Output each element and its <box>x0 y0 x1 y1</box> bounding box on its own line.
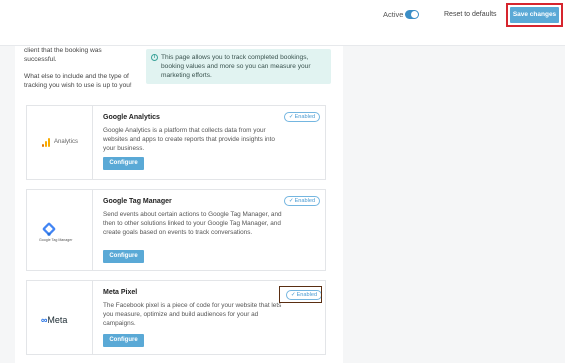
integration-name: Google Analytics <box>103 114 160 121</box>
logo-text: Meta <box>47 315 68 325</box>
info-text: This page allows you to track completed … <box>161 54 311 79</box>
meta-logo: ∞Meta <box>41 315 67 325</box>
configure-button[interactable]: Configure <box>103 250 144 263</box>
top-bar: Active Reset to defaults Save changes <box>0 0 565 46</box>
logo-column: ∞Meta <box>27 281 93 354</box>
configure-button[interactable]: Configure <box>103 334 144 347</box>
intro-line-2: What else to include and the type of tra… <box>24 73 132 89</box>
tag-manager-icon <box>42 222 56 236</box>
enabled-highlight-outline <box>279 286 322 303</box>
logo-column: Analytics <box>27 106 93 179</box>
status-badge: ✓Enabled <box>284 196 320 206</box>
check-icon: ✓ <box>288 198 294 204</box>
toggle-knob <box>411 11 418 18</box>
reset-to-defaults-button[interactable]: Reset to defaults <box>444 10 497 20</box>
configure-button[interactable]: Configure <box>103 157 144 170</box>
info-icon: i <box>151 54 158 61</box>
logo-text: Analytics <box>54 139 79 145</box>
logo-column: Google Tag Manager <box>27 190 93 270</box>
active-label: Active <box>383 10 404 19</box>
integration-description: The Facebook pixel is a piece of code fo… <box>103 302 282 327</box>
integration-card-google-analytics: Analytics Google Analytics Google Analyt… <box>26 105 326 180</box>
intro-text: client that the booking was successful. … <box>24 47 136 99</box>
intro-line-1: client that the booking was successful. <box>24 47 102 63</box>
status-text: Enabled <box>294 114 316 120</box>
integration-description: Send events about certain actions to Goo… <box>103 211 282 236</box>
status-badge: ✓Enabled <box>284 112 320 122</box>
integration-description: Google Analytics is a platform that coll… <box>103 127 275 152</box>
check-icon: ✓ <box>288 114 294 120</box>
analytics-icon <box>42 138 52 147</box>
integration-card-google-tag-manager: Google Tag Manager Google Tag Manager Se… <box>26 189 326 271</box>
active-toggle[interactable] <box>405 10 419 19</box>
integration-name: Meta Pixel <box>103 289 138 296</box>
info-box: i This page allows you to track complete… <box>146 49 331 84</box>
logo-text: Google Tag Manager <box>39 238 73 242</box>
save-changes-button[interactable]: Save changes <box>510 7 559 23</box>
status-text: Enabled <box>294 198 316 204</box>
integration-name: Google Tag Manager <box>103 198 172 205</box>
